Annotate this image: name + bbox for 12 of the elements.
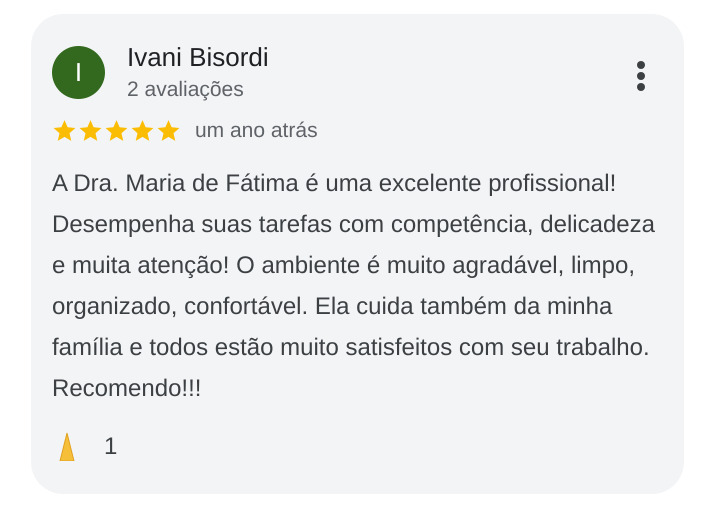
review-count: 2 avaliações [127, 77, 245, 103]
star-icon [130, 118, 155, 143]
review-time: um ano atrás [195, 118, 318, 142]
review-text: A Dra. Maria de Fátima é uma excelente profissional! Desempenha suas tarefas com competência, delicadeza e muita atenção! O ambiente é muito agradável, limpo, organizado, confortável. Ela cuida também da minha família e todos estão muito satisfeitos com seu trabalho. Recomendo!!! [52, 169, 656, 404]
star-icon [52, 118, 77, 143]
avatar: I [52, 46, 105, 99]
author-name: Ivani Bisordi [127, 41, 270, 74]
star-icon [78, 118, 103, 143]
like-count: 1 [104, 433, 118, 461]
more-options-icon[interactable] [636, 60, 646, 92]
star-icon [156, 118, 181, 143]
star-icon [104, 118, 129, 143]
